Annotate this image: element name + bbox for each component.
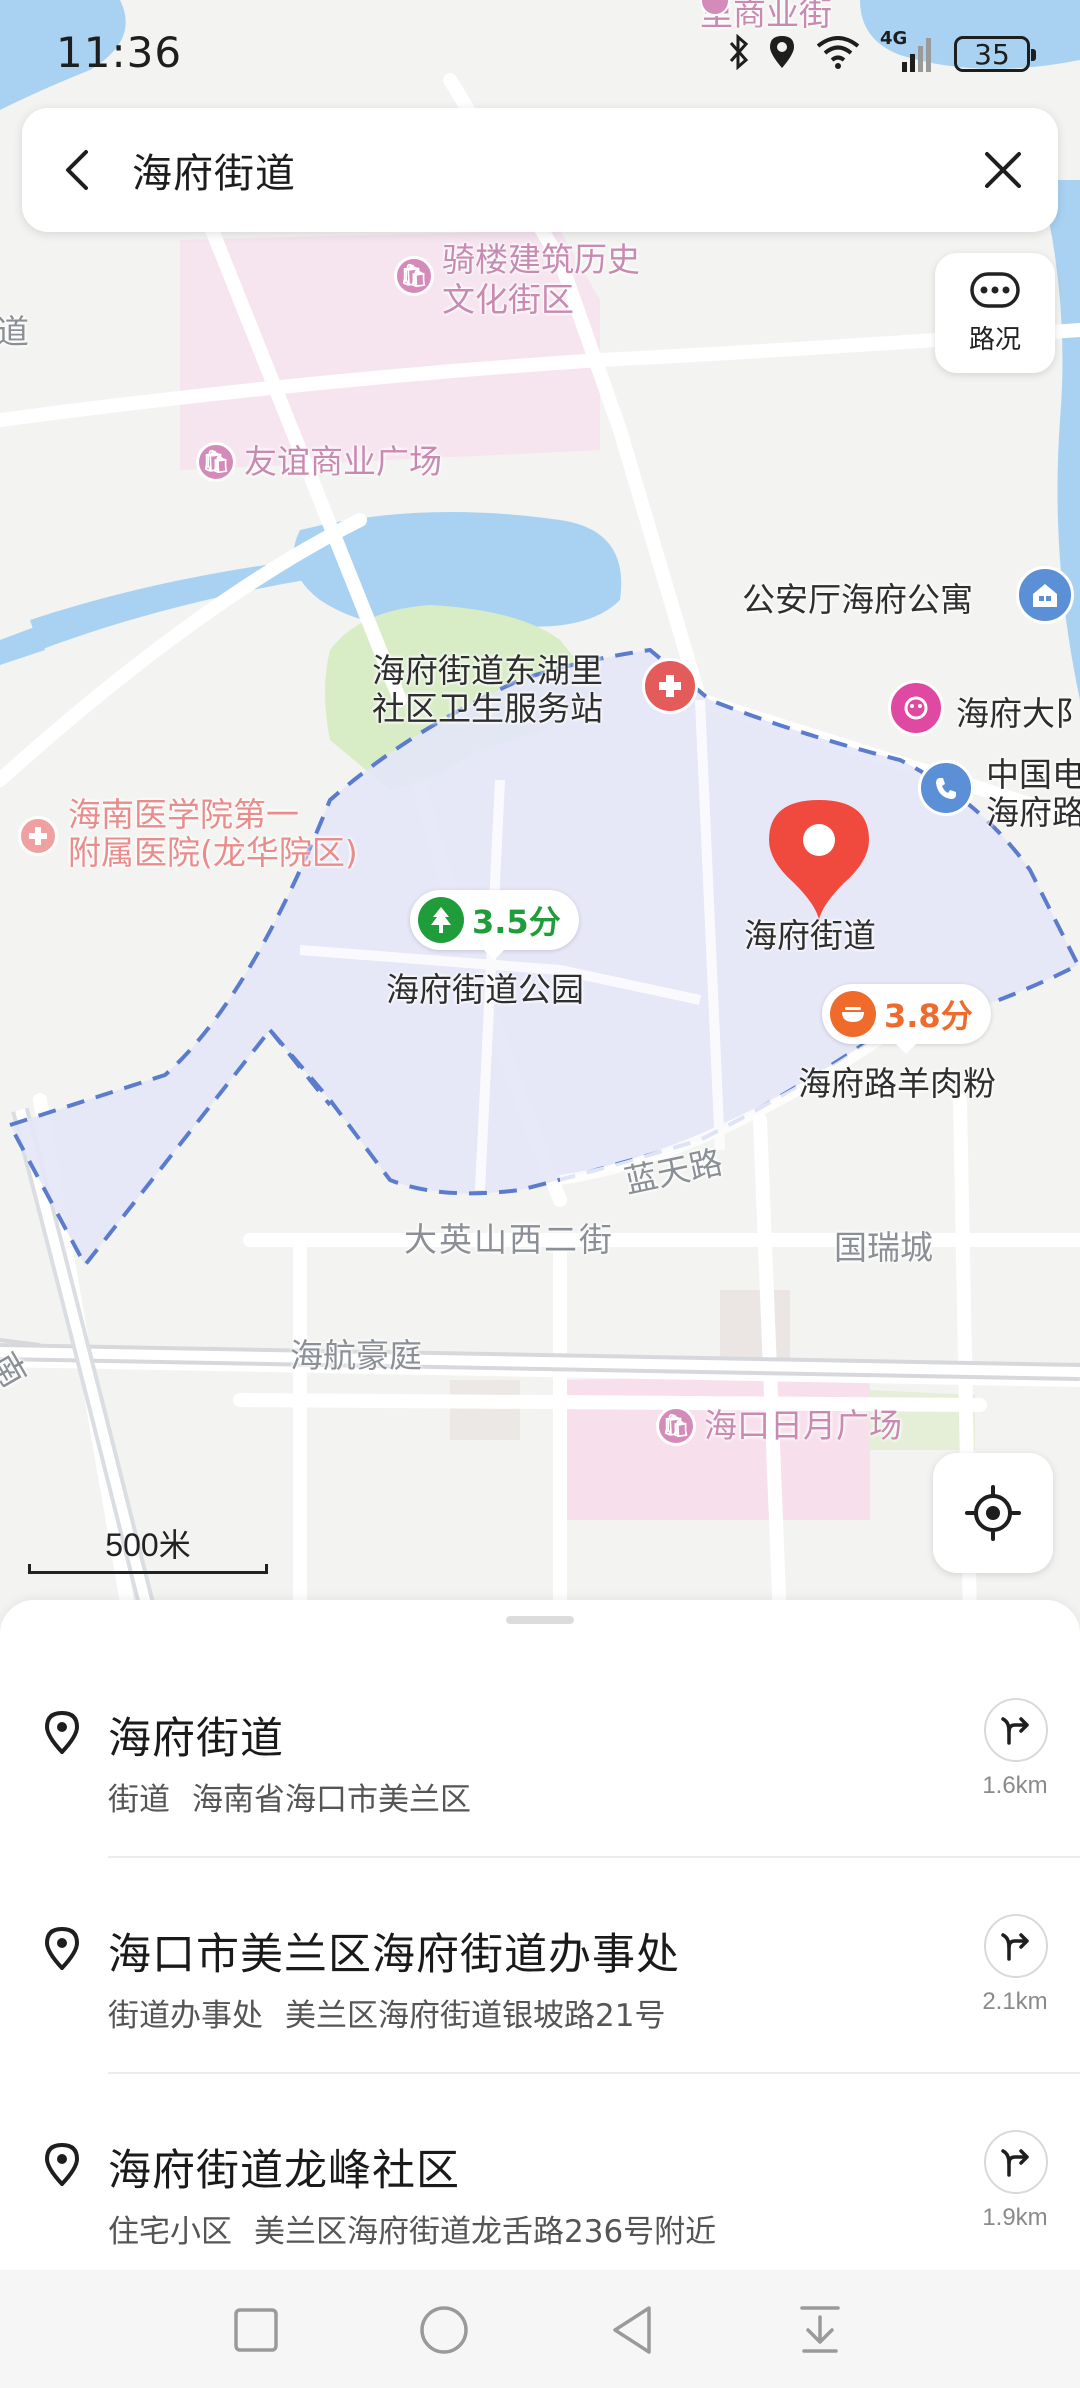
residence-poi-icon[interactable] — [1016, 566, 1074, 624]
route-distance: 2.1km — [982, 1988, 1048, 2015]
divider — [108, 1856, 1080, 1858]
status-bar: 11:36 4G 35 — [0, 0, 1080, 100]
scale-label: 500米 — [105, 1527, 191, 1563]
map-label-left-edge: 道 — [0, 312, 29, 351]
map-view[interactable]: 里商业街 🛍 骑楼建筑历史 文化街区 道 🛍 友谊商业广场 公安厅海府公寓 海府… — [0, 0, 1080, 1620]
result-subtitle: 街道办事处 美兰区海府街道银坡路21号 — [108, 1990, 665, 2035]
traffic-icon — [970, 271, 1020, 308]
medical-poi-icon[interactable] — [642, 658, 698, 714]
back-button[interactable] — [22, 108, 132, 232]
hospital-poi-icon[interactable] — [18, 816, 58, 856]
canal-end — [0, 625, 45, 665]
block-area — [450, 1380, 520, 1440]
haifu-district-area — [7, 647, 1080, 1269]
result-subtitle: 住宅小区 美兰区海府街道龙舌路236号附近 — [108, 2206, 716, 2251]
square-icon — [234, 2308, 278, 2352]
route-icon — [1001, 1933, 1029, 1961]
result-address: 海南省海口市美兰区 — [192, 1782, 471, 1818]
search-input[interactable]: 海府街道 — [132, 141, 948, 199]
map-label-police-apartment: 公安厅海府公寓 — [742, 580, 973, 619]
tree-icon — [418, 897, 464, 943]
wifi-icon — [814, 34, 862, 74]
map-label-dayingshan: 大英山西二街 — [404, 1220, 614, 1259]
battery-icon: 35 — [954, 36, 1036, 72]
map-label-health-station: 海府街道东湖里 社区卫生服务站 — [372, 651, 603, 728]
chevron-left-icon — [66, 150, 88, 190]
result-category: 街道 — [108, 1782, 170, 1818]
result-sheet[interactable]: 海府街道 街道 海南省海口市美兰区 1.6km 海口市美兰区海府街道办事处 街道办… — [0, 1600, 1080, 2290]
map-label-mutton-noodle: 海府路羊肉粉 — [798, 1064, 996, 1103]
search-bar[interactable]: 海府街道 — [22, 108, 1058, 232]
traffic-button[interactable]: 路况 — [935, 253, 1055, 373]
route-button[interactable] — [984, 1914, 1048, 1978]
result-item[interactable]: 海府街道 街道 海南省海口市美兰区 1.6km — [0, 1680, 1080, 1896]
park-rating-badge[interactable]: 3.5分 — [410, 890, 579, 960]
shopping-poi-icon[interactable]: 🛍 — [394, 256, 434, 296]
map-label-hospital: 海南医学院第一 附属医院(龙华院区) — [68, 795, 358, 872]
result-address: 美兰区海府街道银坡路21号 — [285, 1998, 666, 2034]
route-icon — [1001, 2149, 1029, 2177]
status-icons: 4G 35 — [728, 28, 1036, 78]
route-icon — [1001, 1717, 1029, 1745]
map-label-haifu-park: 海府街道公园 — [386, 970, 584, 1009]
park-rating-value: 3.5分 — [472, 903, 561, 941]
map-label-friendship-plaza: 友谊商业广场 — [244, 442, 442, 481]
route-distance: 1.6km — [982, 1772, 1048, 1799]
notification-pull-button[interactable] — [780, 2290, 860, 2370]
download-icon — [800, 2306, 840, 2353]
scale-line — [28, 1564, 268, 1574]
food-icon — [830, 991, 876, 1037]
traffic-label: 路况 — [968, 324, 1021, 355]
clear-button[interactable] — [948, 108, 1058, 232]
mutton-rating-value: 3.8分 — [884, 997, 973, 1035]
divider — [108, 2072, 1080, 2074]
result-item[interactable]: 海口市美兰区海府街道办事处 街道办事处 美兰区海府街道银坡路21号 2.1km — [0, 1896, 1080, 2112]
map-app: 里商业街 🛍 骑楼建筑历史 文化街区 道 🛍 友谊商业广场 公安厅海府公寓 海府… — [0, 0, 1080, 2388]
shopping-poi-icon[interactable]: 🛍 — [656, 1406, 696, 1446]
home-button[interactable] — [404, 2290, 484, 2370]
circle-icon — [420, 2306, 468, 2354]
result-title: 海口市美兰区海府街道办事处 — [108, 1930, 680, 1980]
map-label-china-telecom: 中国电 海府路 — [986, 755, 1080, 832]
result-title: 海府街道 — [108, 1714, 284, 1764]
map-label-arcade-district: 骑楼建筑历史 文化街区 — [442, 240, 640, 319]
location-pin-icon — [44, 1710, 80, 1754]
phone-poi-icon[interactable] — [918, 760, 974, 816]
status-time: 11:36 — [56, 28, 183, 77]
mutton-rating-badge[interactable]: 3.8分 — [822, 984, 991, 1054]
back-nav-button[interactable] — [592, 2290, 672, 2370]
locate-button[interactable] — [933, 1453, 1053, 1573]
shopping-poi-icon[interactable] — [888, 680, 944, 736]
location-icon — [768, 34, 796, 74]
route-button[interactable] — [984, 2130, 1048, 2194]
result-title: 海府街道龙峰社区 — [108, 2146, 460, 2196]
shopping-poi-icon[interactable]: 🛍 — [196, 442, 236, 482]
recents-button[interactable] — [216, 2290, 296, 2370]
result-category: 街道办事处 — [108, 1998, 263, 2034]
signal-icon: 4G — [880, 28, 936, 74]
result-subtitle: 街道 海南省海口市美兰区 — [108, 1774, 471, 1819]
system-nav-bar — [0, 2270, 1080, 2388]
sheet-drag-handle[interactable] — [506, 1616, 574, 1624]
map-label-haifu-daxia: 海府大阝 — [956, 694, 1080, 733]
map-label-guorui: 国瑞城 — [834, 1228, 933, 1267]
triangle-back-icon — [613, 2306, 651, 2354]
route-distance: 1.9km — [982, 2204, 1048, 2231]
map-label-haihang: 海航豪庭 — [290, 1336, 422, 1375]
location-pin-icon — [44, 2142, 80, 2186]
scale-bar: 500米 — [28, 1520, 268, 1576]
close-icon — [985, 152, 1021, 188]
result-category: 住宅小区 — [108, 2214, 232, 2250]
result-address: 美兰区海府街道龙舌路236号附近 — [254, 2214, 717, 2250]
map-label-haifu-street: 海府街道 — [744, 916, 876, 955]
location-marker-icon[interactable] — [764, 795, 874, 925]
route-button[interactable] — [984, 1698, 1048, 1762]
map-label-riyue-plaza: 海口日月广场 — [704, 1406, 902, 1445]
bluetooth-icon — [728, 33, 750, 74]
location-pin-icon — [44, 1926, 80, 1970]
block-area — [720, 1290, 790, 1360]
crosshair-icon — [965, 1485, 1021, 1541]
